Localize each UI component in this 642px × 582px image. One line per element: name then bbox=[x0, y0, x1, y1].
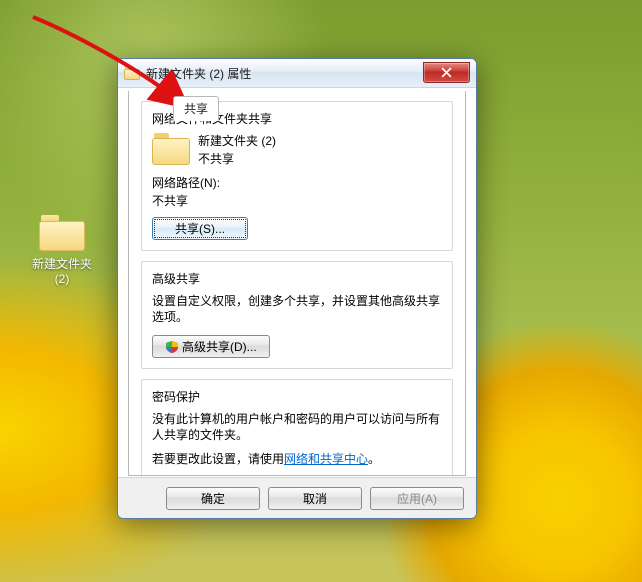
share-button[interactable]: 共享(S)... bbox=[152, 217, 248, 240]
advanced-share-desc: 设置自定义权限，创建多个共享，并设置其他高级共享选项。 bbox=[152, 293, 442, 325]
close-icon bbox=[441, 67, 452, 78]
close-button[interactable] bbox=[423, 62, 470, 83]
cancel-button[interactable]: 取消 bbox=[268, 487, 362, 510]
titlebar-folder-icon bbox=[124, 66, 140, 80]
folder-status-text: 不共享 bbox=[152, 151, 442, 167]
folder-icon bbox=[152, 133, 190, 165]
folder-icon bbox=[39, 215, 85, 251]
dialog-title: 新建文件夹 (2) 属性 bbox=[146, 65, 423, 82]
password-desc-2: 若要更改此设置，请使用网络和共享中心。 bbox=[152, 451, 442, 467]
network-path-value: 不共享 bbox=[152, 193, 442, 209]
password-desc-1: 没有此计算机的用户帐户和密码的用户可以访问与所有人共享的文件夹。 bbox=[152, 411, 442, 443]
password-desc-2-prefix: 若要更改此设置，请使用 bbox=[152, 452, 284, 466]
shield-icon bbox=[165, 340, 179, 354]
dialog-button-bar: 确定 取消 应用(A) bbox=[118, 477, 476, 518]
tab-share[interactable]: 共享 bbox=[173, 96, 219, 121]
ok-button[interactable]: 确定 bbox=[166, 487, 260, 510]
properties-dialog: 新建文件夹 (2) 属性 常规 共享 安全 以前的版本 自定义 网络文件和文件夹… bbox=[117, 58, 477, 519]
group-password-protection: 密码保护 没有此计算机的用户帐户和密码的用户可以访问与所有人共享的文件夹。 若要… bbox=[141, 379, 453, 480]
folder-name-text: 新建文件夹 (2) bbox=[152, 133, 442, 149]
group-advanced-share: 高级共享 设置自定义权限，创建多个共享，并设置其他高级共享选项。 高级共享(D)… bbox=[141, 261, 453, 369]
group-network-share: 网络文件和文件夹共享 新建文件夹 (2) 不共享 网络路径(N): 不共享 共享… bbox=[141, 101, 453, 251]
password-desc-2-suffix: 。 bbox=[368, 452, 380, 466]
group-title: 高级共享 bbox=[152, 270, 442, 287]
apply-button[interactable]: 应用(A) bbox=[370, 487, 464, 510]
tab-content: 网络文件和文件夹共享 新建文件夹 (2) 不共享 网络路径(N): 不共享 共享… bbox=[128, 91, 466, 476]
desktop-folder-label: 新建文件夹 (2) bbox=[25, 257, 99, 287]
group-title: 密码保护 bbox=[152, 388, 442, 405]
advanced-share-button[interactable]: 高级共享(D)... bbox=[152, 335, 270, 358]
titlebar[interactable]: 新建文件夹 (2) 属性 bbox=[118, 59, 476, 88]
advanced-share-button-label: 高级共享(D)... bbox=[182, 340, 257, 354]
network-path-label: 网络路径(N): bbox=[152, 175, 442, 191]
network-sharing-center-link[interactable]: 网络和共享中心 bbox=[284, 452, 368, 466]
desktop-folder-item[interactable]: 新建文件夹 (2) bbox=[25, 215, 99, 287]
